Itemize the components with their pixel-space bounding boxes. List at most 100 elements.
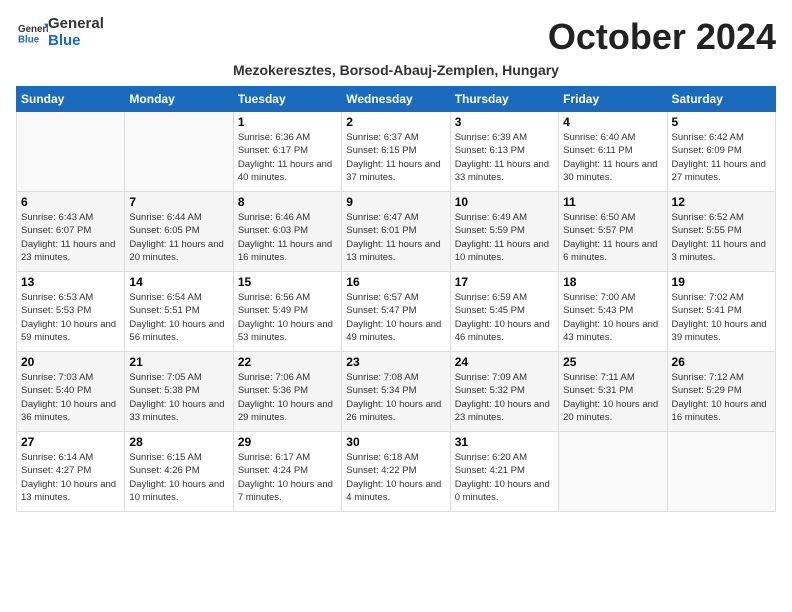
logo: General Blue General Blue xyxy=(16,16,104,49)
day-number: 7 xyxy=(129,195,228,209)
calendar-cell: 11 Sunrise: 6:50 AM Sunset: 5:57 PM Dayli… xyxy=(559,192,667,272)
day-number: 29 xyxy=(238,435,337,449)
subtitle: Mezokeresztes, Borsod-Abauj-Zemplen, Hun… xyxy=(16,62,776,78)
day-info: Sunrise: 7:05 AM Sunset: 5:38 PM Dayligh… xyxy=(129,371,228,424)
day-number: 26 xyxy=(672,355,771,369)
day-number: 21 xyxy=(129,355,228,369)
day-number: 23 xyxy=(346,355,445,369)
svg-text:Blue: Blue xyxy=(18,34,40,45)
calendar-cell: 13 Sunrise: 6:53 AM Sunset: 5:53 PM Dayli… xyxy=(17,272,125,352)
calendar-cell: 26 Sunrise: 7:12 AM Sunset: 5:29 PM Dayli… xyxy=(667,352,775,432)
calendar-cell: 2Sunrise: 6:37 AM Sunset: 6:15 PM Daylig… xyxy=(342,112,450,192)
calendar-cell xyxy=(667,432,775,512)
calendar-cell: 30 Sunrise: 6:18 AM Sunset: 4:22 PM Dayli… xyxy=(342,432,450,512)
day-info: Sunrise: 6:42 AM Sunset: 6:09 PM Dayligh… xyxy=(672,131,771,184)
day-number: 27 xyxy=(21,435,120,449)
calendar-cell: 12Sunrise: 6:52 AM Sunset: 5:55 PM Dayli… xyxy=(667,192,775,272)
day-info: Sunrise: 6:59 AM Sunset: 5:45 PM Dayligh… xyxy=(455,291,554,344)
calendar-cell: 5 Sunrise: 6:42 AM Sunset: 6:09 PM Daylig… xyxy=(667,112,775,192)
calendar-week-row: 13 Sunrise: 6:53 AM Sunset: 5:53 PM Dayli… xyxy=(17,272,776,352)
calendar-cell: 7Sunrise: 6:44 AM Sunset: 6:05 PM Daylig… xyxy=(125,192,233,272)
calendar-week-row: 27 Sunrise: 6:14 AM Sunset: 4:27 PM Dayli… xyxy=(17,432,776,512)
calendar-week-row: 6Sunrise: 6:43 AM Sunset: 6:07 PM Daylig… xyxy=(17,192,776,272)
calendar-cell: 20 Sunrise: 7:03 AM Sunset: 5:40 PM Dayli… xyxy=(17,352,125,432)
day-header-monday: Monday xyxy=(125,87,233,112)
day-header-friday: Friday xyxy=(559,87,667,112)
day-header-tuesday: Tuesday xyxy=(233,87,341,112)
day-number: 30 xyxy=(346,435,445,449)
day-info: Sunrise: 7:11 AM Sunset: 5:31 PM Dayligh… xyxy=(563,371,662,424)
day-info: Sunrise: 6:47 AM Sunset: 6:01 PM Dayligh… xyxy=(346,211,445,264)
calendar-cell xyxy=(125,112,233,192)
logo-icon: General Blue xyxy=(18,18,48,48)
day-number: 5 xyxy=(672,115,771,129)
day-number: 11 xyxy=(563,195,662,209)
calendar-cell xyxy=(559,432,667,512)
calendar-cell: 27 Sunrise: 6:14 AM Sunset: 4:27 PM Dayli… xyxy=(17,432,125,512)
day-number: 31 xyxy=(455,435,554,449)
day-number: 10 xyxy=(455,195,554,209)
day-number: 8 xyxy=(238,195,337,209)
day-header-saturday: Saturday xyxy=(667,87,775,112)
calendar-cell: 4Sunrise: 6:40 AM Sunset: 6:11 PM Daylig… xyxy=(559,112,667,192)
day-info: Sunrise: 6:56 AM Sunset: 5:49 PM Dayligh… xyxy=(238,291,337,344)
calendar-cell: 14Sunrise: 6:54 AM Sunset: 5:51 PM Dayli… xyxy=(125,272,233,352)
calendar-cell: 25 Sunrise: 7:11 AM Sunset: 5:31 PM Dayli… xyxy=(559,352,667,432)
calendar-cell: 10 Sunrise: 6:49 AM Sunset: 5:59 PM Dayli… xyxy=(450,192,558,272)
day-info: Sunrise: 6:20 AM Sunset: 4:21 PM Dayligh… xyxy=(455,451,554,504)
day-info: Sunrise: 6:57 AM Sunset: 5:47 PM Dayligh… xyxy=(346,291,445,344)
calendar-cell: 22 Sunrise: 7:06 AM Sunset: 5:36 PM Dayli… xyxy=(233,352,341,432)
calendar-cell: 29 Sunrise: 6:17 AM Sunset: 4:24 PM Dayli… xyxy=(233,432,341,512)
day-number: 2 xyxy=(346,115,445,129)
day-info: Sunrise: 6:36 AM Sunset: 6:17 PM Dayligh… xyxy=(238,131,337,184)
day-info: Sunrise: 6:53 AM Sunset: 5:53 PM Dayligh… xyxy=(21,291,120,344)
day-number: 3 xyxy=(455,115,554,129)
day-info: Sunrise: 7:03 AM Sunset: 5:40 PM Dayligh… xyxy=(21,371,120,424)
day-info: Sunrise: 7:00 AM Sunset: 5:43 PM Dayligh… xyxy=(563,291,662,344)
day-number: 6 xyxy=(21,195,120,209)
logo-blue-text: Blue xyxy=(48,33,104,50)
day-info: Sunrise: 7:06 AM Sunset: 5:36 PM Dayligh… xyxy=(238,371,337,424)
day-header-wednesday: Wednesday xyxy=(342,87,450,112)
day-info: Sunrise: 6:17 AM Sunset: 4:24 PM Dayligh… xyxy=(238,451,337,504)
calendar-cell: 23 Sunrise: 7:08 AM Sunset: 5:34 PM Dayli… xyxy=(342,352,450,432)
day-number: 4 xyxy=(563,115,662,129)
page-header: General Blue General Blue October 2024 xyxy=(16,16,776,58)
day-number: 28 xyxy=(129,435,228,449)
day-number: 1 xyxy=(238,115,337,129)
day-info: Sunrise: 6:14 AM Sunset: 4:27 PM Dayligh… xyxy=(21,451,120,504)
day-number: 20 xyxy=(21,355,120,369)
calendar-table: SundayMondayTuesdayWednesdayThursdayFrid… xyxy=(16,86,776,512)
calendar-cell: 19Sunrise: 7:02 AM Sunset: 5:41 PM Dayli… xyxy=(667,272,775,352)
calendar-cell: 31 Sunrise: 6:20 AM Sunset: 4:21 PM Dayli… xyxy=(450,432,558,512)
day-number: 14 xyxy=(129,275,228,289)
day-number: 13 xyxy=(21,275,120,289)
day-info: Sunrise: 7:09 AM Sunset: 5:32 PM Dayligh… xyxy=(455,371,554,424)
day-header-thursday: Thursday xyxy=(450,87,558,112)
calendar-cell: 1 Sunrise: 6:36 AM Sunset: 6:17 PM Daylig… xyxy=(233,112,341,192)
calendar-week-row: 1 Sunrise: 6:36 AM Sunset: 6:17 PM Daylig… xyxy=(17,112,776,192)
day-info: Sunrise: 6:46 AM Sunset: 6:03 PM Dayligh… xyxy=(238,211,337,264)
logo-general-text: General xyxy=(48,16,104,33)
day-info: Sunrise: 7:02 AM Sunset: 5:41 PM Dayligh… xyxy=(672,291,771,344)
day-number: 17 xyxy=(455,275,554,289)
day-number: 9 xyxy=(346,195,445,209)
day-number: 16 xyxy=(346,275,445,289)
calendar-cell: 21 Sunrise: 7:05 AM Sunset: 5:38 PM Dayli… xyxy=(125,352,233,432)
day-info: Sunrise: 7:12 AM Sunset: 5:29 PM Dayligh… xyxy=(672,371,771,424)
calendar-body: 1 Sunrise: 6:36 AM Sunset: 6:17 PM Daylig… xyxy=(17,112,776,512)
day-info: Sunrise: 6:49 AM Sunset: 5:59 PM Dayligh… xyxy=(455,211,554,264)
day-info: Sunrise: 6:15 AM Sunset: 4:26 PM Dayligh… xyxy=(129,451,228,504)
day-info: Sunrise: 6:18 AM Sunset: 4:22 PM Dayligh… xyxy=(346,451,445,504)
day-info: Sunrise: 6:52 AM Sunset: 5:55 PM Dayligh… xyxy=(672,211,771,264)
month-title: October 2024 xyxy=(548,16,776,58)
day-number: 24 xyxy=(455,355,554,369)
calendar-cell: 18Sunrise: 7:00 AM Sunset: 5:43 PM Dayli… xyxy=(559,272,667,352)
day-info: Sunrise: 6:50 AM Sunset: 5:57 PM Dayligh… xyxy=(563,211,662,264)
calendar-week-row: 20 Sunrise: 7:03 AM Sunset: 5:40 PM Dayli… xyxy=(17,352,776,432)
day-number: 22 xyxy=(238,355,337,369)
calendar-cell: 6Sunrise: 6:43 AM Sunset: 6:07 PM Daylig… xyxy=(17,192,125,272)
day-number: 15 xyxy=(238,275,337,289)
day-number: 25 xyxy=(563,355,662,369)
day-info: Sunrise: 7:08 AM Sunset: 5:34 PM Dayligh… xyxy=(346,371,445,424)
